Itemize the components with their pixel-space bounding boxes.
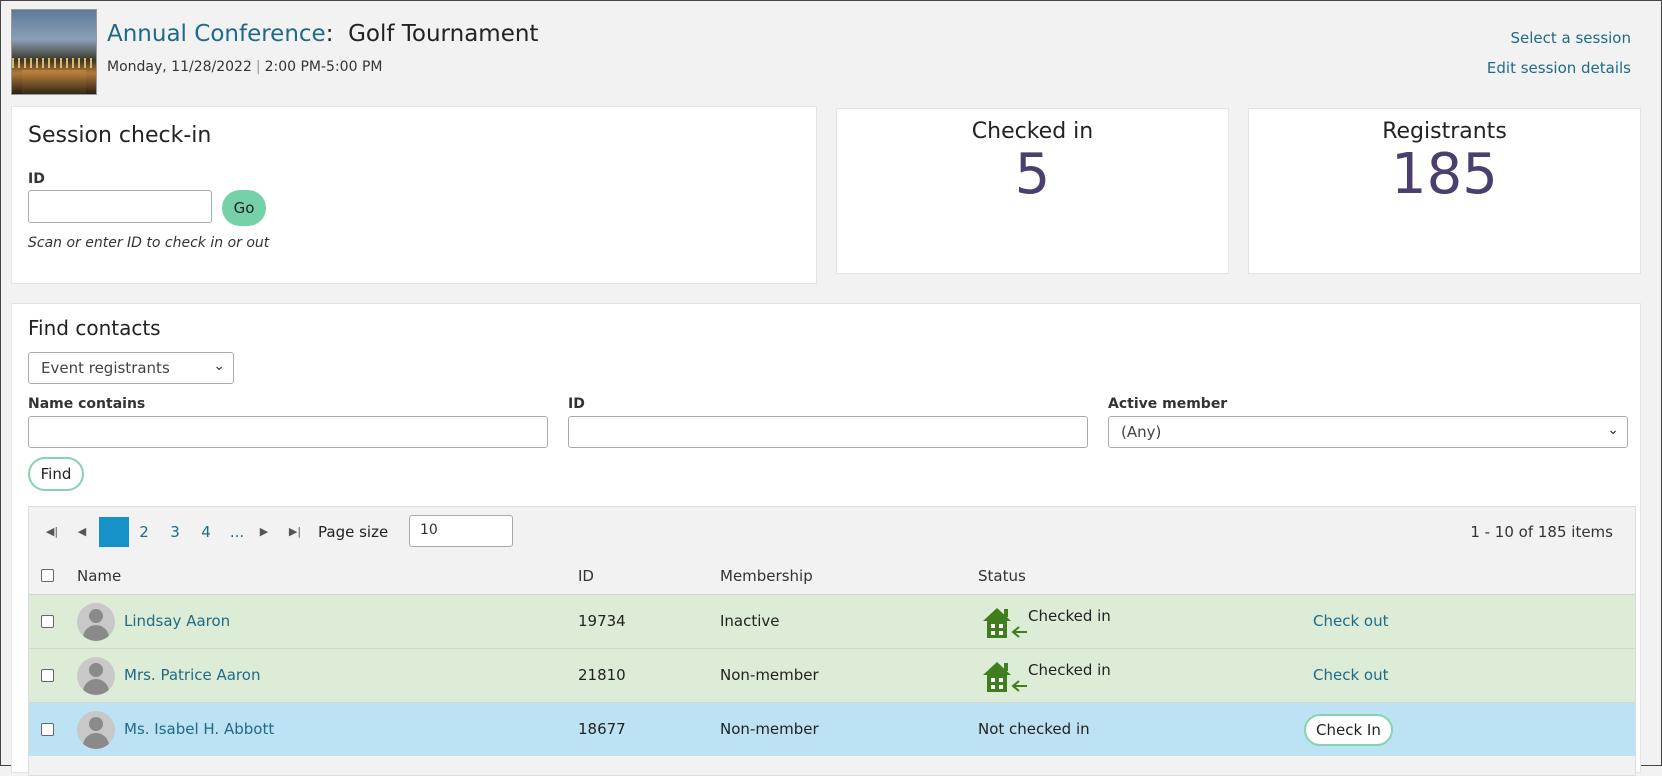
active-member-select[interactable]: (Any) ⌄ xyxy=(1108,416,1628,448)
page-1-button[interactable]: 1 xyxy=(99,517,129,547)
page-3-button[interactable]: 3 xyxy=(162,517,188,547)
contact-name-link[interactable]: Ms. Isabel H. Abbott xyxy=(124,720,274,738)
page-2-button[interactable]: 2 xyxy=(131,517,157,547)
items-info: 1 - 10 of 185 items xyxy=(1470,523,1613,541)
row-checkbox[interactable] xyxy=(41,615,54,628)
avatar xyxy=(77,603,115,641)
registrants-stat: Registrants 185 xyxy=(1248,108,1641,274)
active-member-value: (Any) xyxy=(1121,423,1162,441)
table-row[interactable]: Lindsay Aaron 19734 Inactive Checked in … xyxy=(29,594,1635,648)
column-membership[interactable]: Membership xyxy=(720,567,813,585)
title-separator: : xyxy=(325,21,334,47)
contacts-grid: ◀| ◀ 1 2 3 4 ... ▶ ▶| Page size 10 1 - 1… xyxy=(28,506,1636,776)
contact-membership: Non-member xyxy=(720,666,819,684)
checkin-hint: Scan or enter ID to check in or out xyxy=(28,235,270,251)
checked-in-stat: Checked in 5 xyxy=(836,108,1229,274)
check-in-button[interactable]: Check In xyxy=(1304,714,1393,746)
contact-name-link[interactable]: Lindsay Aaron xyxy=(124,612,230,630)
page-4-button[interactable]: 4 xyxy=(193,517,219,547)
pager: ◀| ◀ 1 2 3 4 ... ▶ ▶| Page size 10 1 - 1… xyxy=(29,507,1635,559)
checkin-title: Session check-in xyxy=(28,123,212,148)
prev-page-icon[interactable]: ◀ xyxy=(73,517,91,547)
contact-source-value: Event registrants xyxy=(41,359,170,377)
page-title: Annual Conference: Golf Tournament xyxy=(107,21,538,47)
column-name[interactable]: Name xyxy=(77,567,121,585)
contact-name-link[interactable]: Mrs. Patrice Aaron xyxy=(124,666,260,684)
table-row[interactable]: Ms. Isabel H. Abbott 18677 Non-member No… xyxy=(29,702,1635,756)
checked-in-house-icon xyxy=(983,662,1027,692)
checkin-id-label: ID xyxy=(28,171,45,187)
contact-id: 21810 xyxy=(578,666,626,684)
check-out-link[interactable]: Check out xyxy=(1313,666,1388,684)
row-checkbox[interactable] xyxy=(41,669,54,682)
status-text: Not checked in xyxy=(978,720,1090,738)
active-member-label: Active member xyxy=(1108,396,1228,412)
id-filter-input[interactable] xyxy=(568,416,1088,448)
go-button[interactable]: Go xyxy=(222,190,266,226)
edit-session-link[interactable]: Edit session details xyxy=(1487,59,1631,77)
avatar xyxy=(77,711,115,749)
checked-in-label: Checked in xyxy=(971,119,1094,144)
next-page-icon[interactable]: ▶ xyxy=(255,517,273,547)
table-row[interactable]: Mrs. Patrice Aaron 21810 Non-member Chec… xyxy=(29,648,1635,702)
chevron-down-icon: ⌄ xyxy=(1607,422,1619,438)
find-button[interactable]: Find xyxy=(28,457,84,491)
table-header: Name ID Membership Status xyxy=(29,559,1635,593)
id-filter-label: ID xyxy=(568,396,585,412)
checked-in-count: 5 xyxy=(1014,142,1051,207)
first-page-icon[interactable]: ◀| xyxy=(43,517,61,547)
session-datetime: Monday, 11/28/2022 | 2:00 PM-5:00 PM xyxy=(107,59,383,75)
avatar xyxy=(77,657,115,695)
registrants-label: Registrants xyxy=(1382,119,1507,144)
contact-id: 18677 xyxy=(578,720,626,738)
event-thumbnail xyxy=(11,9,97,95)
page-size-label: Page size xyxy=(318,523,389,541)
chevron-down-icon: ⌄ xyxy=(213,358,225,374)
name-contains-input[interactable] xyxy=(28,416,548,448)
column-status[interactable]: Status xyxy=(978,567,1026,585)
status-text: Checked in xyxy=(1028,607,1111,625)
session-date: Monday, 11/28/2022 xyxy=(107,59,252,75)
session-header: Annual Conference: Golf Tournament Monda… xyxy=(11,9,1651,97)
last-page-icon[interactable]: ▶| xyxy=(285,517,305,547)
name-contains-label: Name contains xyxy=(28,396,146,412)
conference-link[interactable]: Annual Conference xyxy=(107,21,326,47)
find-contacts-title: Find contacts xyxy=(28,316,161,340)
column-id[interactable]: ID xyxy=(578,567,594,585)
contact-membership: Non-member xyxy=(720,720,819,738)
registrants-count: 185 xyxy=(1391,142,1498,207)
contact-membership: Inactive xyxy=(720,612,780,630)
find-contacts-panel: Find contacts Event registrants ⌄ Name c… xyxy=(11,303,1641,776)
status-text: Checked in xyxy=(1028,661,1111,679)
session-name: Golf Tournament xyxy=(348,21,539,47)
checked-in-house-icon xyxy=(983,608,1027,638)
more-pages-button[interactable]: ... xyxy=(224,517,250,547)
select-all-checkbox[interactable] xyxy=(41,569,54,582)
session-time: 2:00 PM-5:00 PM xyxy=(264,59,383,75)
row-checkbox[interactable] xyxy=(41,723,54,736)
checkin-id-input[interactable] xyxy=(28,190,212,223)
select-session-link[interactable]: Select a session xyxy=(1510,29,1631,47)
check-out-link[interactable]: Check out xyxy=(1313,612,1388,630)
contact-source-select[interactable]: Event registrants ⌄ xyxy=(28,352,234,384)
page-size-input[interactable]: 10 xyxy=(409,515,513,547)
session-checkin-panel: Session check-in ID Go Scan or enter ID … xyxy=(11,106,817,284)
contact-id: 19734 xyxy=(578,612,626,630)
